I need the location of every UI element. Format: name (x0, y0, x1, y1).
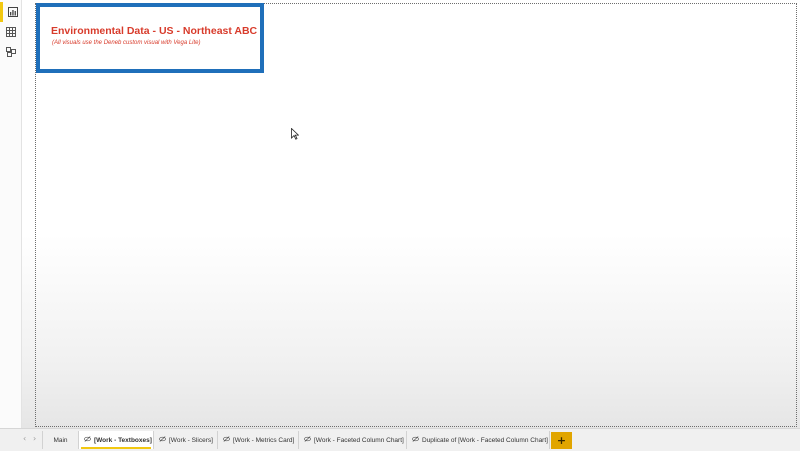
report-view-button[interactable] (0, 2, 22, 22)
report-subtitle: (All visuals use the Deneb custom visual… (52, 40, 201, 46)
page-tab-duplicate-faceted-column-chart[interactable]: Duplicate of [Work - Faceted Column Char… (407, 431, 550, 449)
page-tab-bar: ‹ › Main [Work - Textboxes] [Work - Slic… (0, 428, 800, 451)
previous-page-button[interactable]: ‹ (23, 434, 26, 443)
page-tab-work-textboxes[interactable]: [Work - Textboxes] (79, 431, 154, 449)
plus-icon: + (556, 434, 567, 447)
page-tab-label: [Work - Metrics Card] (233, 436, 295, 444)
page-tab-label: [Work - Slicers] (169, 436, 213, 444)
report-title: Environmental Data - US - Northeast ABC (51, 25, 258, 37)
data-view-icon (6, 27, 16, 37)
hidden-page-icon (223, 436, 230, 444)
add-page-button[interactable]: + (551, 432, 572, 449)
next-page-button[interactable]: › (33, 434, 36, 443)
page-tab-label: [Work - Textboxes] (94, 436, 152, 444)
data-view-button[interactable] (0, 22, 22, 42)
model-view-button[interactable] (0, 42, 22, 62)
hidden-page-icon (412, 436, 419, 444)
hidden-page-icon (159, 436, 166, 444)
page-tab-label: Duplicate of [Work - Faceted Column Char… (422, 436, 548, 444)
model-view-icon (6, 47, 16, 57)
title-textbox[interactable]: Environmental Data - US - Northeast ABC … (36, 3, 264, 73)
page-tab-work-slicers[interactable]: [Work - Slicers] (154, 431, 218, 449)
report-view-icon (7, 7, 18, 17)
view-switcher-rail (0, 0, 22, 428)
page-tab-work-metrics-card[interactable]: [Work - Metrics Card] (218, 431, 299, 449)
page-tab-work-faceted-column-chart[interactable]: [Work - Faceted Column Chart] (299, 431, 407, 449)
mouse-cursor-icon (291, 127, 300, 145)
hidden-page-icon (304, 436, 311, 444)
hidden-page-icon (84, 436, 91, 444)
page-tab-label: Main (53, 436, 68, 444)
page-tab-main[interactable]: Main (42, 431, 79, 449)
page-tab-label: [Work - Faceted Column Chart] (314, 436, 404, 444)
